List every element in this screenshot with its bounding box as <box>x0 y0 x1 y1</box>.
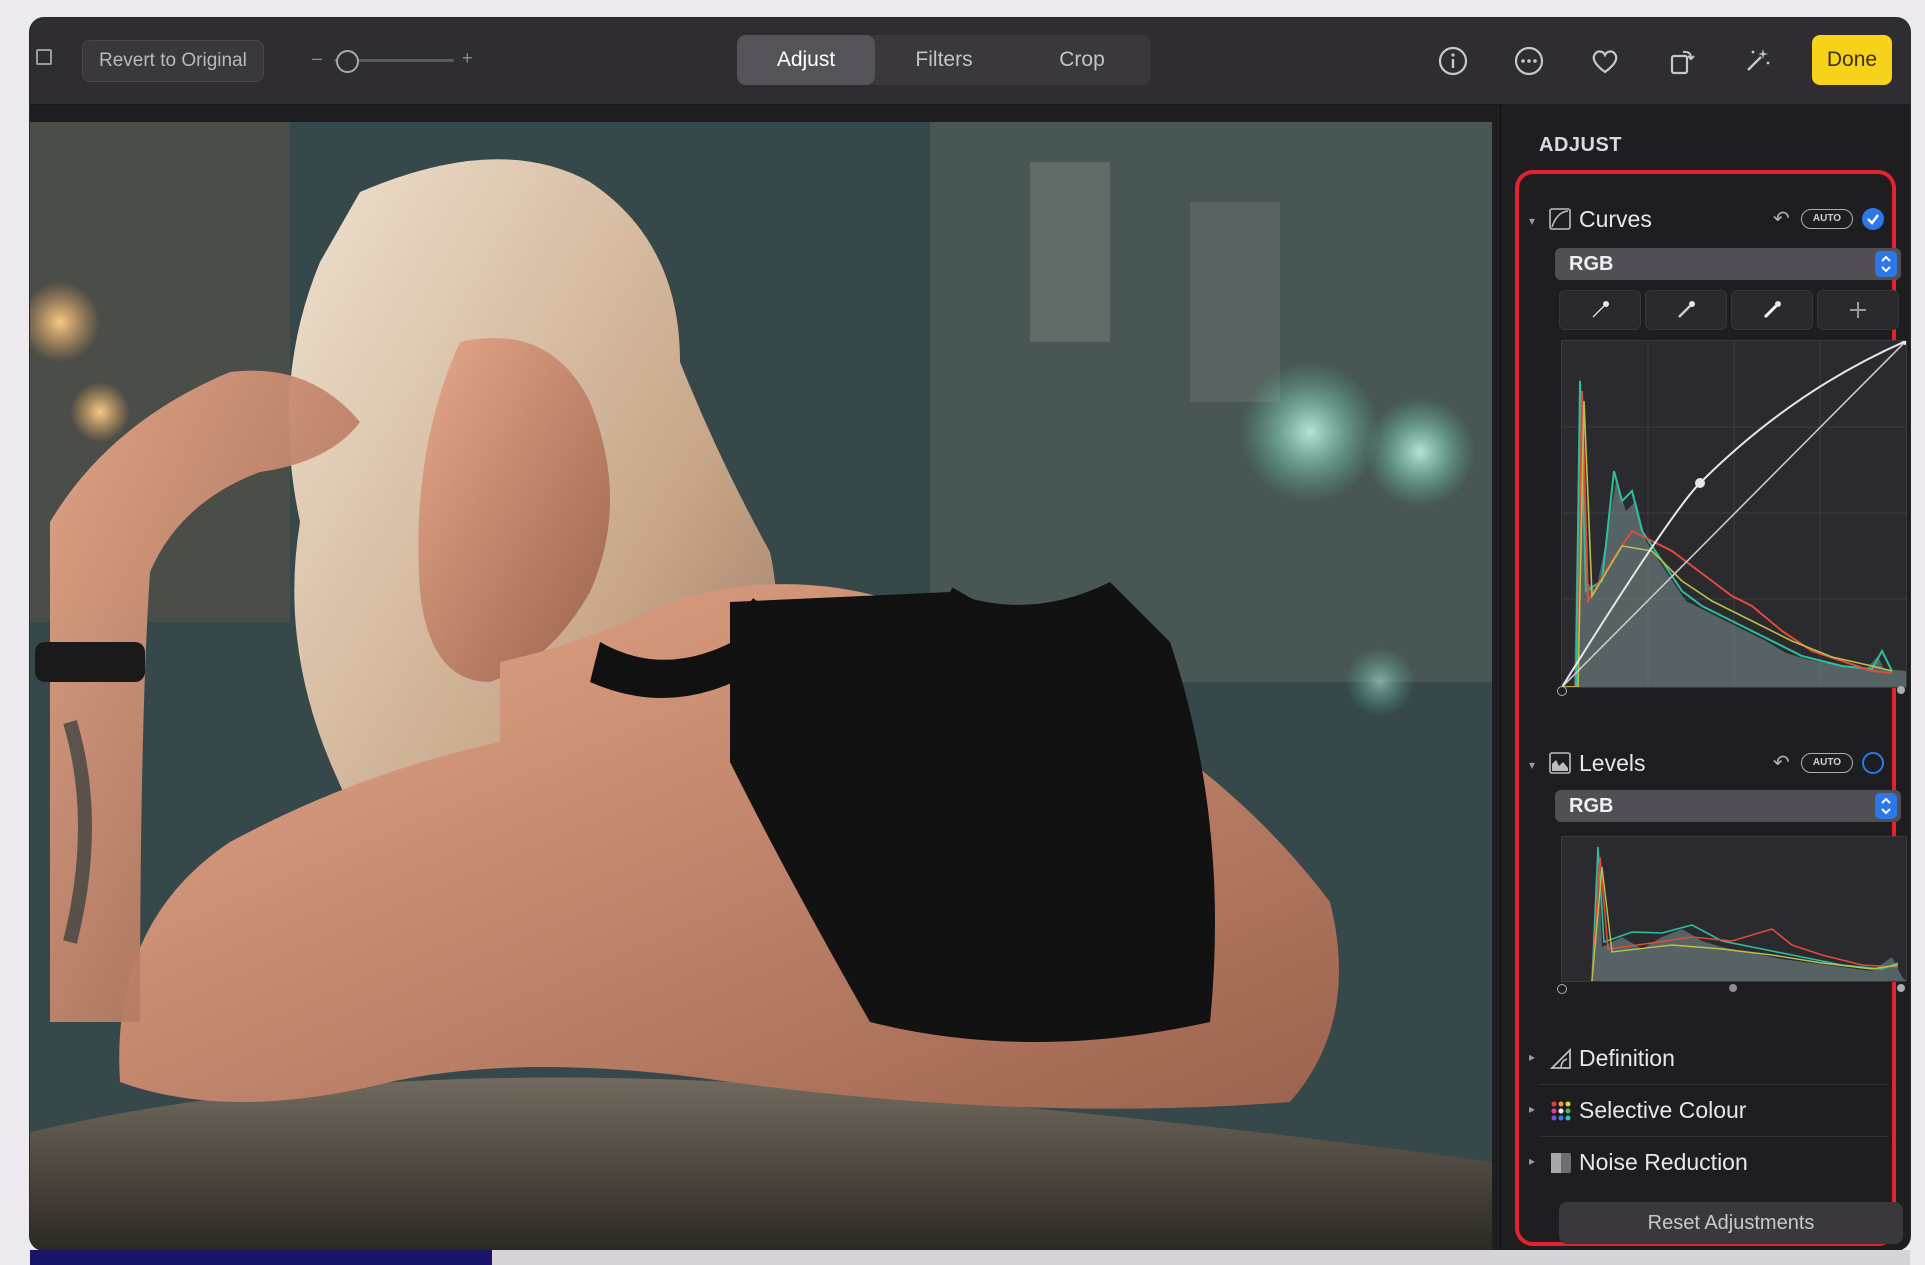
section-selective-colour[interactable]: ▸ Selective Colour <box>1529 1086 1889 1137</box>
rotate-icon[interactable] <box>1660 40 1702 82</box>
definition-icon <box>1549 1047 1571 1069</box>
levels-header[interactable]: ▾ Levels ↶ AUTO <box>1529 744 1889 784</box>
section-noise-reduction[interactable]: ▸ Noise Reduction <box>1529 1138 1889 1188</box>
disclosure-collapsed-icon[interactable]: ▸ <box>1529 1102 1535 1116</box>
selective-colour-icon <box>1551 1101 1571 1121</box>
desktop-strip <box>30 1250 1910 1265</box>
zoom-out-icon[interactable]: – <box>312 48 322 69</box>
tab-adjust[interactable]: Adjust <box>737 35 875 85</box>
curves-pickers <box>1559 290 1899 330</box>
info-icon[interactable] <box>1432 40 1474 82</box>
noise-reduction-label: Noise Reduction <box>1579 1149 1748 1175</box>
levels-enabled-toggle-icon[interactable] <box>1861 751 1885 775</box>
curves-enabled-check-icon[interactable] <box>1861 207 1885 231</box>
curves-channel-value: RGB <box>1569 253 1614 275</box>
curves-black-handle[interactable] <box>1557 686 1567 696</box>
disclosure-collapsed-icon[interactable]: ▸ <box>1529 1154 1535 1168</box>
tab-filters[interactable]: Filters <box>875 35 1013 85</box>
levels-histogram[interactable] <box>1561 836 1907 982</box>
more-icon[interactable] <box>1508 40 1550 82</box>
select-arrows-icon <box>1875 793 1897 819</box>
curves-white-handle[interactable] <box>1897 686 1905 694</box>
photo-canvas[interactable] <box>30 122 1492 1250</box>
favorite-heart-icon[interactable] <box>1584 40 1626 82</box>
curve-control-point[interactable] <box>1695 478 1705 488</box>
done-button[interactable]: Done <box>1812 35 1892 85</box>
selective-colour-label: Selective Colour <box>1579 1097 1747 1123</box>
desktop-strip-blue <box>30 1250 492 1265</box>
noise-reduction-icon <box>1551 1153 1571 1173</box>
curves-header[interactable]: ▾ Curves ↶ AUTO <box>1529 200 1889 240</box>
curves-channel-select[interactable]: RGB <box>1555 248 1901 280</box>
curves-label: Curves <box>1579 206 1652 232</box>
levels-white-handle[interactable] <box>1897 984 1905 992</box>
definition-label: Definition <box>1579 1045 1675 1071</box>
add-point-icon[interactable] <box>1817 290 1899 330</box>
disclosure-expanded-icon[interactable]: ▾ <box>1529 758 1535 772</box>
levels-channel-select[interactable]: RGB <box>1555 790 1901 822</box>
levels-auto-button[interactable]: AUTO <box>1801 753 1853 773</box>
sidebar-toggle-icon[interactable] <box>36 49 52 65</box>
toolbar: Revert to Original – + Adjust Filters Cr… <box>30 18 1910 105</box>
levels-black-handle[interactable] <box>1557 984 1567 994</box>
gray-point-eyedropper-icon[interactable] <box>1645 290 1727 330</box>
edit-mode-tabs: Adjust Filters Crop <box>737 35 1151 85</box>
black-point-eyedropper-icon[interactable] <box>1559 290 1641 330</box>
levels-mid-handle[interactable] <box>1729 984 1737 992</box>
tab-crop[interactable]: Crop <box>1013 35 1151 85</box>
toolbar-actions <box>1432 40 1778 82</box>
white-point-eyedropper-icon[interactable] <box>1731 290 1813 330</box>
curves-icon <box>1549 208 1571 230</box>
zoom-slider-knob[interactable] <box>336 50 359 73</box>
levels-channel-value: RGB <box>1569 795 1614 817</box>
undo-levels-icon[interactable]: ↶ <box>1773 750 1790 775</box>
disclosure-collapsed-icon[interactable]: ▸ <box>1529 1050 1535 1064</box>
magic-wand-icon[interactable] <box>1736 40 1778 82</box>
curves-graph[interactable] <box>1561 337 1910 688</box>
reset-adjustments-button[interactable]: Reset Adjustments <box>1559 1202 1903 1244</box>
revert-to-original-button[interactable]: Revert to Original <box>82 40 264 82</box>
levels-icon <box>1549 752 1571 774</box>
levels-label: Levels <box>1579 750 1646 776</box>
section-definition[interactable]: ▸ Definition <box>1529 1034 1889 1085</box>
disclosure-expanded-icon[interactable]: ▾ <box>1529 214 1535 228</box>
panel-title: ADJUST <box>1539 134 1623 156</box>
zoom-in-icon[interactable]: + <box>462 48 473 69</box>
undo-curves-icon[interactable]: ↶ <box>1773 206 1790 231</box>
adjust-panel: ADJUST ▾ Curves ↶ AUTO RGB ▾ Levels ↶ AU… <box>1500 104 1910 1250</box>
photo-image <box>30 122 1492 1250</box>
zoom-slider[interactable]: – + <box>312 40 492 80</box>
photos-edit-window: Revert to Original – + Adjust Filters Cr… <box>30 18 1910 1250</box>
select-arrows-icon <box>1875 251 1897 277</box>
curves-auto-button[interactable]: AUTO <box>1801 209 1853 229</box>
